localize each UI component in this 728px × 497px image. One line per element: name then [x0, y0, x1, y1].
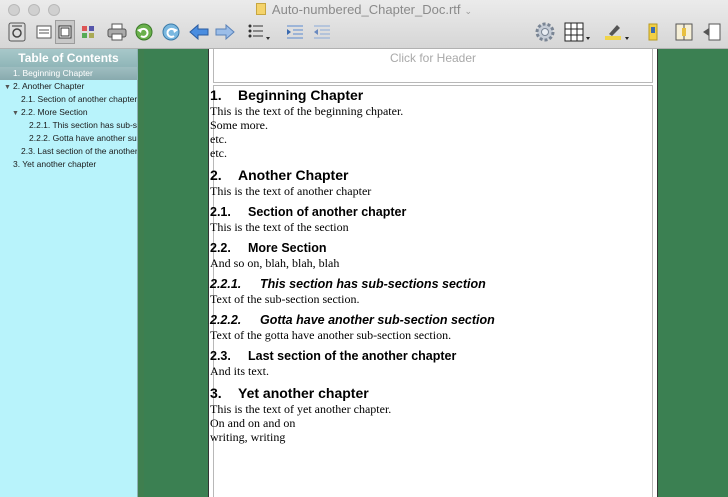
toc-item-label: 1. Beginning Chapter [13, 68, 93, 78]
undo-icon[interactable] [133, 20, 155, 44]
toc-item[interactable]: 2.2.1. This section has sub-sections sec… [0, 119, 137, 132]
toc-item[interactable]: 2.2.2. Gotta have another sub-section se… [0, 132, 137, 145]
paragraph: Text of the sub-section section. [210, 292, 360, 306]
toc-sidebar: Table of Contents 1. Beginning Chapter ▼ 2… [0, 49, 138, 497]
view-page-icon[interactable] [55, 20, 75, 44]
view-normal-icon[interactable] [34, 20, 54, 44]
toc-list: 1. Beginning Chapter ▼ 2. Another Chapter 2… [0, 67, 137, 171]
disclosure-triangle-icon[interactable]: ▼ [4, 81, 13, 93]
heading-number: 2.2. [210, 241, 231, 255]
heading-text: Gotta have another sub-section section [260, 313, 495, 327]
toc-item[interactable]: 2.3. Last section of the another chapter [0, 145, 137, 158]
section-heading: 2.2. More Section [210, 240, 640, 256]
print-icon[interactable] [106, 20, 128, 44]
toc-item-label: 2.3. Last section of the another chapter [21, 146, 137, 156]
document-content[interactable]: 1. Beginning Chapter This is the text of t… [210, 86, 640, 444]
document-icon [255, 3, 266, 15]
forward-arrow-icon[interactable] [214, 20, 236, 44]
heading-number: 2.2.2. [210, 313, 242, 327]
heading-number: 3. [210, 385, 222, 401]
section-heading: 2.3. Last section of the another chapter [210, 348, 640, 364]
exit-icon[interactable] [701, 20, 723, 44]
header-area[interactable]: Click for Header [213, 49, 653, 83]
paragraph: This is the text of the section [210, 220, 349, 234]
redo-icon[interactable] [160, 20, 182, 44]
paragraph: This is the text of another chapter [210, 184, 372, 198]
heading-text: Another Chapter [238, 167, 349, 183]
toc-item-label: 2.2.2. Gotta have another sub-section se… [29, 133, 137, 143]
section-heading: 3. Yet another chapter [210, 384, 640, 402]
section-heading: 2.2.2. Gotta have another sub-section sec… [210, 312, 640, 328]
toc-item[interactable]: 3. Yet another chapter [0, 158, 137, 171]
table-icon[interactable] [563, 20, 593, 44]
heading-text: Last section of the another chapter [248, 349, 457, 363]
toc-item-label: 2. Another Chapter [13, 81, 85, 91]
title-menu-chevron-icon[interactable]: ⌄ [465, 6, 473, 16]
toc-item[interactable]: ▼ 2.2. More Section [0, 106, 137, 119]
section-heading: 2.1. Section of another chapter [210, 204, 640, 220]
bookmark-icon[interactable] [643, 20, 663, 44]
toc-item-label: 2.2.1. This section has sub-sections sec… [29, 120, 137, 130]
paragraph: On and on and on [210, 416, 296, 430]
heading-number: 1. [210, 87, 222, 103]
window-title: Auto-numbered_Chapter_Doc.rtf ⌄ [0, 2, 728, 17]
section-heading: 2.2.1. This section has sub-sections sect… [210, 276, 640, 292]
paragraph: This is the text of the beginning chpate… [210, 104, 404, 118]
list-bullets-icon[interactable] [246, 20, 272, 44]
toc-item[interactable]: 1. Beginning Chapter [0, 67, 137, 80]
paragraph: And its text. [210, 364, 269, 378]
paragraph: etc. [210, 146, 227, 160]
toc-item-label: 2.2. More Section [21, 107, 88, 117]
heading-number: 2.3. [210, 349, 231, 363]
heading-text: Yet another chapter [238, 385, 369, 401]
heading-text: More Section [248, 241, 327, 255]
heading-text: This section has sub-sections section [260, 277, 486, 291]
paragraph: This is the text of yet another chapter. [210, 402, 392, 416]
paragraph: Text of the gotta have another sub-secti… [210, 328, 452, 342]
toc-item[interactable]: ▼ 2. Another Chapter [0, 80, 137, 93]
section-heading: 1. Beginning Chapter [210, 86, 640, 104]
section-heading: 2. Another Chapter [210, 166, 640, 184]
view-grid-icon[interactable] [78, 20, 98, 44]
paragraph: And so on, blah, blah, blah [210, 256, 340, 270]
gear-icon[interactable] [533, 20, 557, 44]
drawer-icon[interactable] [6, 20, 28, 44]
heading-number: 2.2.1. [210, 277, 242, 291]
indent-decrease-icon[interactable] [311, 20, 333, 44]
toc-item-label: 3. Yet another chapter [13, 159, 97, 169]
indent-increase-icon[interactable] [284, 20, 306, 44]
toc-title: Table of Contents [0, 49, 137, 67]
heading-text: Beginning Chapter [238, 87, 364, 103]
toc-item[interactable]: 2.1. Section of another chapter [0, 93, 137, 106]
heading-number: 2. [210, 167, 222, 183]
back-arrow-icon[interactable] [188, 20, 210, 44]
highlighter-icon[interactable] [602, 20, 632, 44]
disclosure-triangle-icon[interactable]: ▼ [12, 107, 21, 119]
paragraph: etc. [210, 132, 227, 146]
paragraph: Some more. [210, 118, 268, 132]
heading-number: 2.1. [210, 205, 231, 219]
book-icon[interactable] [673, 20, 695, 44]
window-toolbar: Auto-numbered_Chapter_Doc.rtf ⌄ [0, 0, 728, 49]
paragraph: writing, writing [210, 430, 286, 444]
heading-text: Section of another chapter [248, 205, 407, 219]
toc-item-label: 2.1. Section of another chapter [21, 94, 137, 104]
